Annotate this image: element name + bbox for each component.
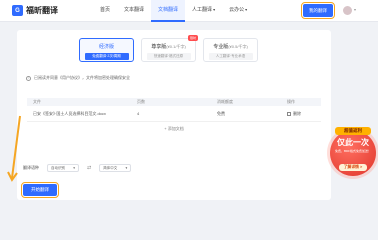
annotation-arrow-icon [7, 115, 21, 182]
